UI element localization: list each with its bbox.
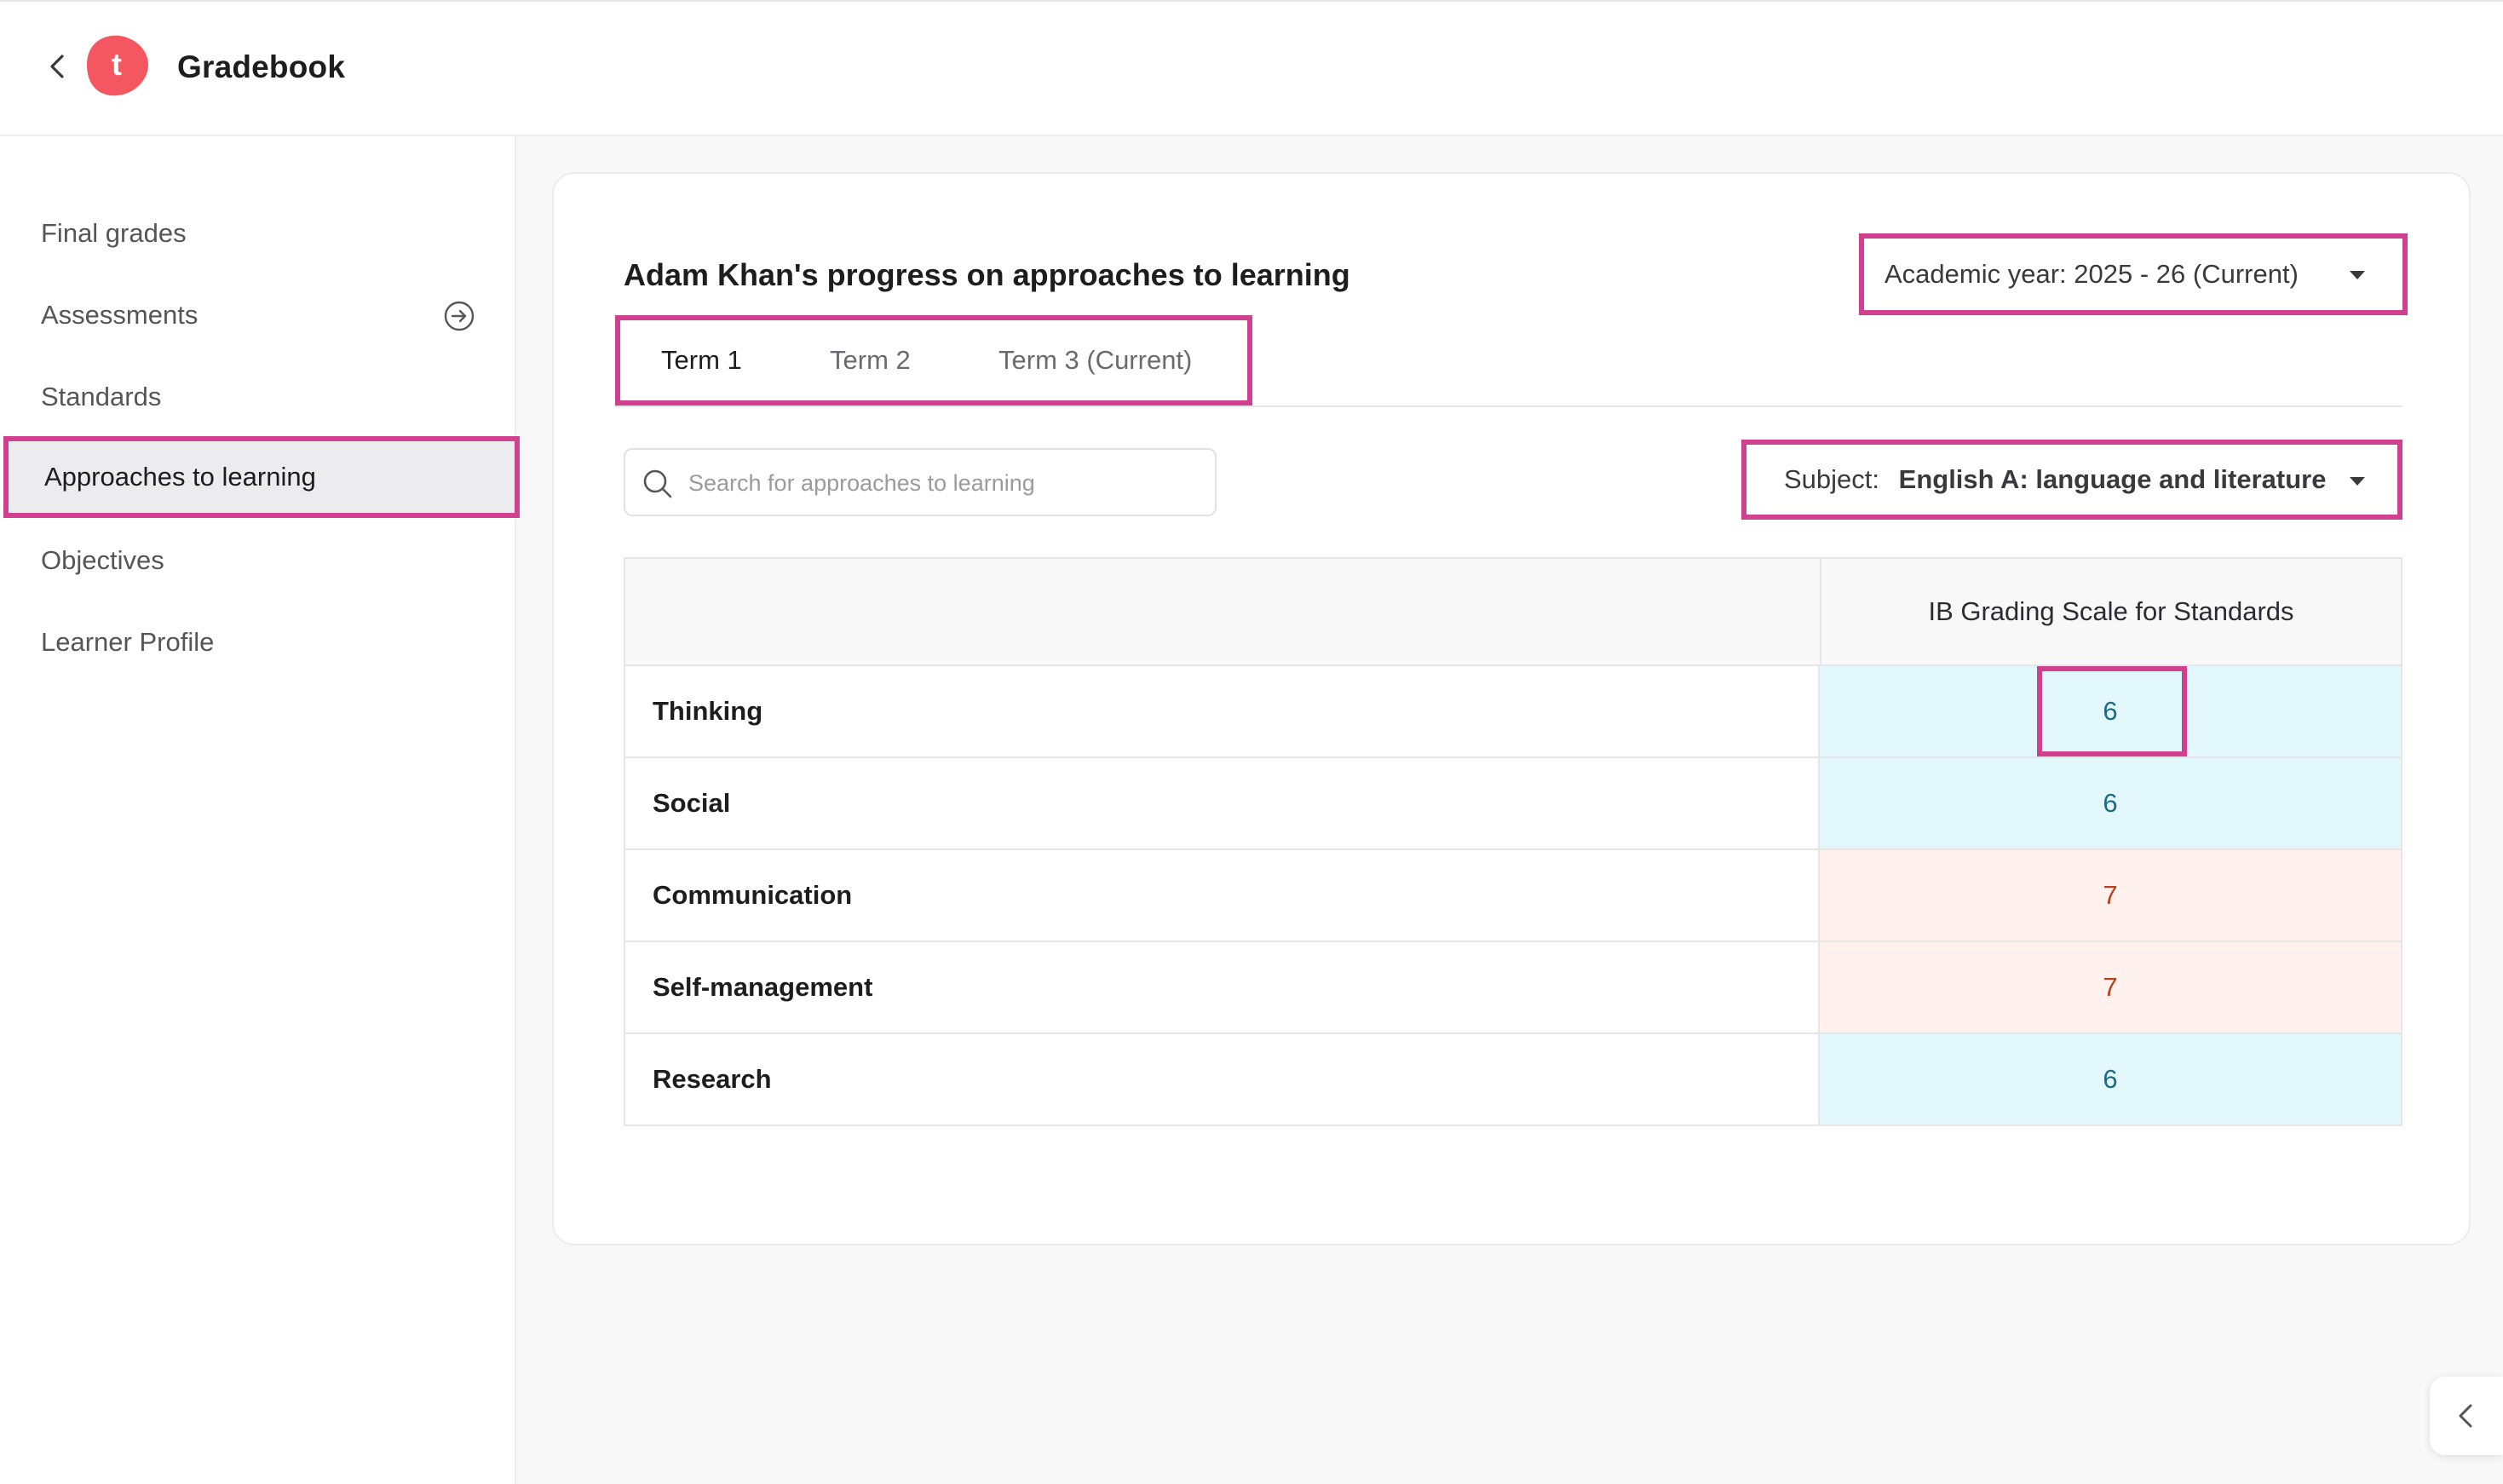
top-bar: t Gradebook <box>0 0 2503 136</box>
circle-arrow-right-icon[interactable] <box>443 300 475 332</box>
row-name: Social <box>625 758 1820 848</box>
app-logo: t <box>82 31 152 101</box>
chevron-left-icon <box>2459 1404 2472 1428</box>
sidebar-item-standards[interactable]: Standards <box>0 356 516 438</box>
tab-term-2[interactable]: Term 2 <box>830 320 911 400</box>
table-row: Social 6 <box>625 758 2401 850</box>
row-grade[interactable]: 6 <box>1820 758 2401 848</box>
table-row: Communication 7 <box>625 850 2401 942</box>
row-grade[interactable]: 7 <box>1820 942 2401 1032</box>
sidebar-item-label: Learner Profile <box>41 627 215 657</box>
table-header: IB Grading Scale for Standards <box>625 559 2401 666</box>
row-grade[interactable]: 6 <box>1820 666 2401 756</box>
subject-label: Subject: <box>1784 464 1880 494</box>
search-input[interactable] <box>687 453 1201 513</box>
caret-down-icon <box>2350 477 2365 486</box>
table-header-empty <box>625 559 1821 664</box>
approaches-table: IB Grading Scale for Standards Thinking … <box>624 557 2402 1126</box>
collapse-panel-button[interactable] <box>2430 1377 2503 1455</box>
highlight-box <box>2037 666 2187 756</box>
logo-letter: t <box>112 47 122 82</box>
sidebar-item-label: Assessments <box>41 300 199 330</box>
tabs-divider <box>615 406 2402 407</box>
subject-select[interactable]: Subject: English A: language and literat… <box>1741 440 2402 520</box>
back-button[interactable] <box>41 49 75 83</box>
sidebar-item-label: Objectives <box>41 545 164 575</box>
academic-year-label: Academic year: <box>1884 259 2067 289</box>
sidebar-item-label: Final grades <box>41 218 187 248</box>
search-icon <box>643 469 672 498</box>
progress-card: Adam Khan's progress on approaches to le… <box>552 172 2471 1245</box>
academic-year-select[interactable]: Academic year: 2025 - 26 (Current) <box>1859 233 2408 315</box>
academic-year-value: 2025 - 26 (Current) <box>2074 259 2299 289</box>
grade-value: 7 <box>2103 880 2118 910</box>
search-box <box>624 448 1217 516</box>
term-tabs: Term 1 Term 2 Term 3 (Current) <box>615 315 1252 406</box>
grading-scale-header: IB Grading Scale for Standards <box>1928 596 2294 626</box>
grade-value: 6 <box>2103 1064 2118 1094</box>
table-row: Research 6 <box>625 1034 2401 1125</box>
sidebar-item-final-grades[interactable]: Final grades <box>0 193 516 274</box>
row-grade[interactable]: 6 <box>1820 1034 2401 1125</box>
row-name: Communication <box>625 850 1820 940</box>
sidebar-item-learner-profile[interactable]: Learner Profile <box>0 601 516 683</box>
sidebar-item-objectives[interactable]: Objectives <box>0 520 516 601</box>
row-name: Thinking <box>625 666 1820 756</box>
grade-value: 7 <box>2103 972 2118 1002</box>
sidebar-item-assessments[interactable]: Assessments <box>0 274 516 356</box>
sidebar-item-label: Approaches to learning <box>44 462 316 492</box>
sidebar: Final grades Assessments Standards Appro… <box>0 136 520 1484</box>
table-row: Self-management 7 <box>625 942 2401 1034</box>
grade-value: 6 <box>2103 788 2118 818</box>
row-name: Self-management <box>625 942 1820 1032</box>
caret-down-icon <box>2350 271 2365 279</box>
subject-value: English A: language and literature <box>1898 464 2327 494</box>
sidebar-item-label: Standards <box>41 382 162 411</box>
page-title: Adam Khan's progress on approaches to le… <box>624 257 1350 292</box>
app-title: Gradebook <box>177 49 346 84</box>
tab-term-1[interactable]: Term 1 <box>661 320 742 400</box>
sidebar-item-approaches-to-learning[interactable]: Approaches to learning <box>3 436 520 518</box>
chevron-left-icon <box>50 55 64 78</box>
tab-term-3[interactable]: Term 3 (Current) <box>998 320 1192 400</box>
row-grade[interactable]: 7 <box>1820 850 2401 940</box>
row-name: Research <box>625 1034 1820 1125</box>
table-row: Thinking 6 <box>625 666 2401 758</box>
